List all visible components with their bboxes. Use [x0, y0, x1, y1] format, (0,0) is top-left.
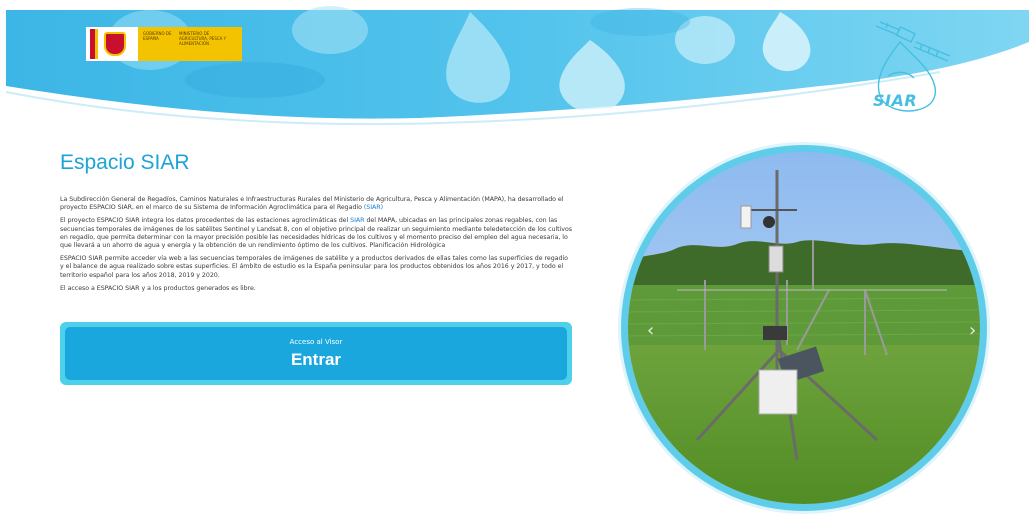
carousel-prev-icon[interactable]: ‹	[647, 320, 654, 341]
carousel-next-icon[interactable]: ›	[969, 320, 976, 341]
gov-label: Gobierno de España	[143, 31, 172, 41]
intro-paragraph-1: La Subdirección General de Regadíos, Cam…	[60, 196, 572, 212]
intro-paragraph-3: ESPACIO SIAR permite acceder vía web a l…	[60, 255, 568, 279]
paragraph-1-text: La Subdirección General de Regadíos, Cam…	[60, 196, 564, 212]
intro-paragraph-4: El acceso a ESPACIO SIAR y a los product…	[60, 284, 256, 292]
paragraph-2-text-a: El proyecto ESPACIO SIAR integra los dat…	[60, 217, 351, 225]
coat-of-arms-icon	[86, 27, 138, 61]
page-title: Espacio SIAR	[60, 151, 190, 174]
intro-paragraph-2: El proyecto ESPACIO SIAR integra los dat…	[60, 217, 572, 250]
siar-link-1[interactable]: (SIAR)	[364, 204, 383, 211]
enter-button-label: Entrar	[290, 349, 342, 369]
enter-button[interactable]: Acceso al Visor Entrar	[65, 327, 567, 380]
intro-section: Espacio SIAR La Subdirección General de …	[60, 151, 572, 298]
enter-button-subtitle: Acceso al Visor	[289, 337, 343, 346]
weather-station-photo-carousel[interactable]: ‹ ›	[617, 140, 991, 520]
ministry-label-block: Gobierno de España Ministerio de Agricul…	[138, 27, 242, 61]
government-logo[interactable]: Gobierno de España Ministerio de Agricul…	[86, 27, 242, 61]
viewer-access-box: Acceso al Visor Entrar	[60, 322, 572, 385]
ministry-label: Ministerio de Agricultura, Pesca y Alime…	[179, 31, 227, 46]
siar-link-2[interactable]: SIAR	[350, 217, 364, 224]
siar-logo-text: SIAR	[873, 91, 918, 110]
